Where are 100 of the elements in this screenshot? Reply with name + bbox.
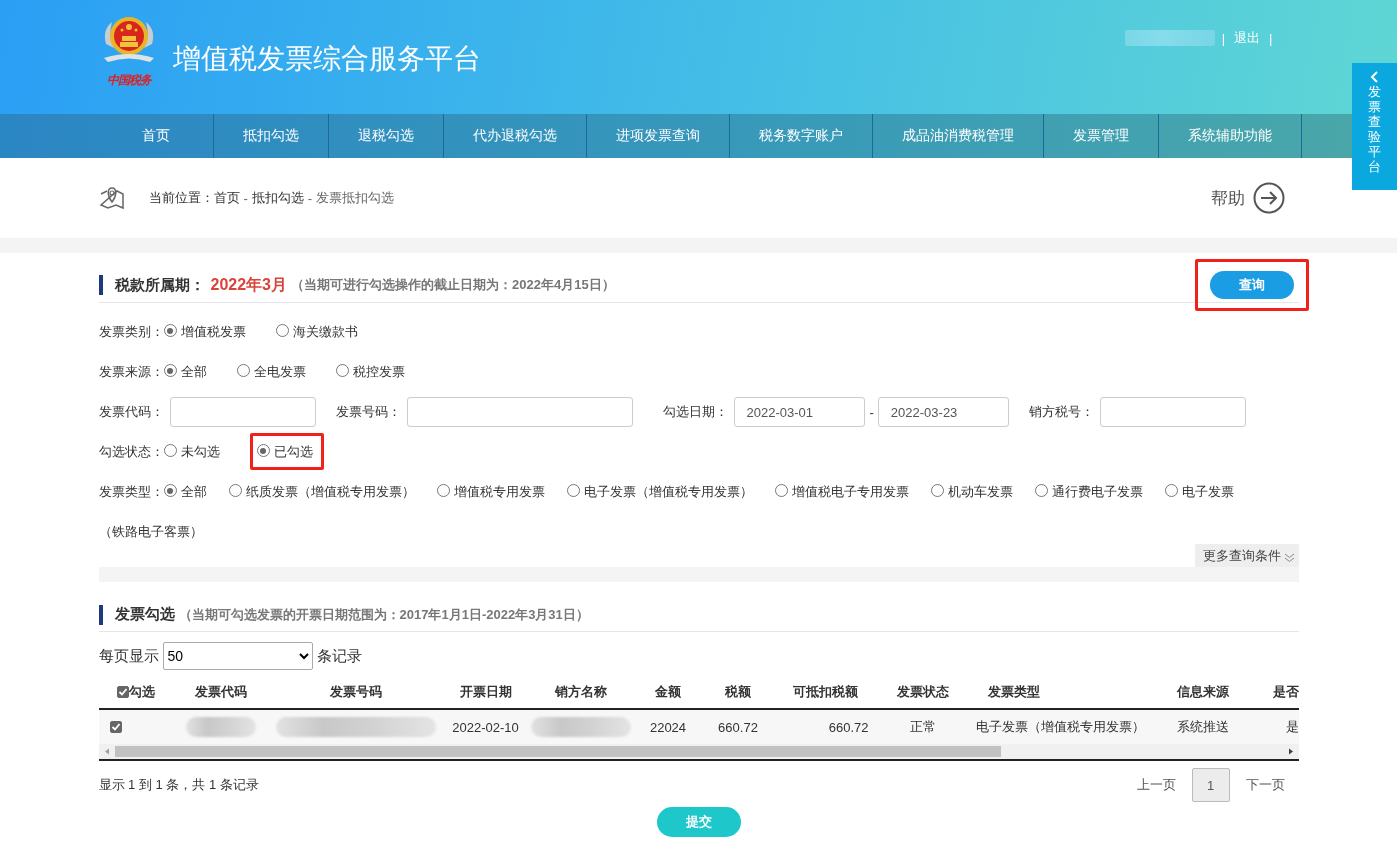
- checkbox[interactable]: [109, 721, 122, 733]
- breadcrumb-separator: -: [307, 190, 313, 206]
- radio-button[interactable]: [1034, 484, 1048, 497]
- more-conditions-toggle[interactable]: 更多查询条件: [1194, 544, 1299, 567]
- radio-button[interactable]: [228, 484, 242, 497]
- radio-button[interactable]: [163, 324, 177, 337]
- map-pin-icon: [98, 186, 125, 210]
- record-summary: 显示 1 到 1 条，共 1 条记录: [98, 776, 259, 794]
- range-separator: -: [869, 404, 874, 420]
- table-cell: 22024: [649, 719, 687, 735]
- table-cell: 系统推送: [1177, 718, 1229, 736]
- nav-item[interactable]: 代办退税勾选: [443, 114, 587, 158]
- radio-button[interactable]: [566, 484, 580, 497]
- site-title: 增值税发票综合服务平台: [172, 42, 481, 76]
- radio-label: 未勾选: [180, 444, 220, 459]
- chevron-left-icon: [1369, 69, 1380, 81]
- column-header: 开票日期: [459, 683, 512, 701]
- page-number-button[interactable]: 1: [1191, 768, 1230, 802]
- radio-button[interactable]: [335, 364, 349, 377]
- radio-button[interactable]: [930, 484, 944, 497]
- table-cell: 正常: [910, 718, 936, 736]
- breadcrumb-link[interactable]: 首页: [213, 189, 240, 207]
- field-label: 销方税号：: [1028, 403, 1094, 421]
- radio-label: 纸质发票（增值税专用发票）: [245, 484, 415, 499]
- nav-item[interactable]: 税务数字账户: [729, 114, 873, 158]
- query-button[interactable]: 查询: [1209, 271, 1294, 299]
- input-field[interactable]: [1099, 397, 1246, 427]
- column-header: 可抵扣税额: [793, 683, 858, 701]
- date-field[interactable]: 2022-03-01: [733, 397, 865, 427]
- table-cell: 660.72: [718, 719, 758, 735]
- nav-item[interactable]: 成品油消费税管理: [872, 114, 1044, 158]
- radio-button[interactable]: [163, 444, 177, 457]
- radio-label: 税控发票: [352, 364, 405, 379]
- column-header: 勾选: [128, 683, 155, 701]
- radio-button[interactable]: [256, 444, 270, 457]
- radio-label: 全部: [180, 484, 207, 499]
- nav-item[interactable]: 抵扣勾选: [213, 114, 329, 158]
- radio-label: 增值税发票: [180, 324, 246, 339]
- section-note: （当期可进行勾选操作的截止日期为：2022年4月15日）: [291, 276, 615, 294]
- breadcrumb-link[interactable]: 抵扣勾选: [251, 189, 304, 207]
- page-size-select[interactable]: 50: [162, 642, 313, 670]
- input-field[interactable]: [406, 397, 633, 427]
- redacted-text: [185, 717, 256, 737]
- radio-button[interactable]: [163, 364, 177, 377]
- input-field[interactable]: [169, 397, 316, 427]
- radio-button[interactable]: [436, 484, 450, 497]
- page-size-label: 每页显示: [98, 646, 159, 666]
- horizontal-scrollbar[interactable]: [98, 744, 1299, 759]
- field-label: 发票类型：: [98, 484, 164, 499]
- column-header: 发票号码: [329, 683, 382, 701]
- submit-button[interactable]: 提交: [656, 807, 741, 837]
- page-size-suffix: 条记录: [316, 646, 362, 666]
- radio-label: 全部: [180, 364, 207, 379]
- radio-label: 电子发票（增值税专用发票）: [583, 484, 753, 499]
- breadcrumb-separator: -: [243, 190, 248, 206]
- separator: |: [1221, 30, 1226, 46]
- table-cell: 2022-02-10: [452, 719, 519, 735]
- nav-item[interactable]: 发票管理: [1043, 114, 1159, 158]
- breadcrumb-link[interactable]: 发票抵扣勾选: [316, 189, 395, 207]
- column-header: 发票代码: [194, 683, 247, 701]
- radio-button[interactable]: [163, 484, 177, 497]
- field-label: 发票代码：: [98, 403, 164, 421]
- nav-item[interactable]: 系统辅助功能: [1158, 114, 1302, 158]
- section-title: 税款所属期：: [114, 275, 205, 295]
- radio-label: 海关缴款书: [292, 324, 358, 339]
- field-label: 发票类别：: [98, 324, 164, 339]
- section-title: 发票勾选: [114, 605, 175, 624]
- next-page-link[interactable]: 下一页: [1245, 776, 1285, 794]
- checkbox[interactable]: [116, 686, 129, 698]
- radio-button[interactable]: [1164, 484, 1178, 497]
- column-header: 金额: [655, 683, 681, 701]
- radio-label: 已勾选: [273, 444, 313, 459]
- side-tab-label: 发票查验平台: [1368, 85, 1381, 175]
- radio-label: 机动车发票: [947, 484, 1013, 499]
- previous-page-link[interactable]: 上一页: [1136, 776, 1176, 794]
- column-header: 发票状态: [897, 683, 949, 701]
- radio-label: （铁路电子客票）: [98, 523, 203, 541]
- breadcrumb-label: 当前位置：: [148, 189, 214, 207]
- nav-item[interactable]: 首页: [98, 114, 214, 158]
- radio-button[interactable]: [275, 324, 289, 337]
- table-cell: 电子发票（增值税专用发票）: [976, 718, 1145, 736]
- date-field[interactable]: 2022-03-23: [877, 397, 1009, 427]
- field-label: 发票号码：: [335, 403, 401, 421]
- radio-button[interactable]: [774, 484, 788, 497]
- heading-bar: [98, 275, 103, 295]
- double-chevron-down-icon: [1283, 551, 1295, 561]
- table-cell: 是: [1285, 718, 1299, 736]
- column-header: 信息来源: [1177, 683, 1229, 701]
- column-header: 发票类型: [987, 683, 1040, 701]
- tax-period: 2022年3月: [210, 274, 287, 295]
- field-label: 勾选状态：: [98, 444, 164, 459]
- nav-item[interactable]: 进项发票查询: [586, 114, 730, 158]
- logo-text: 中国税务: [106, 72, 151, 89]
- heading-bar: [98, 604, 103, 625]
- radio-label: 增值税电子专用发票: [791, 484, 909, 499]
- column-header: 税额: [725, 683, 751, 701]
- side-tab[interactable]: 发票查验平台: [1352, 63, 1397, 190]
- help-link[interactable]: 帮助: [1210, 182, 1285, 214]
- radio-button[interactable]: [236, 364, 250, 377]
- nav-item[interactable]: 退税勾选: [328, 114, 444, 158]
